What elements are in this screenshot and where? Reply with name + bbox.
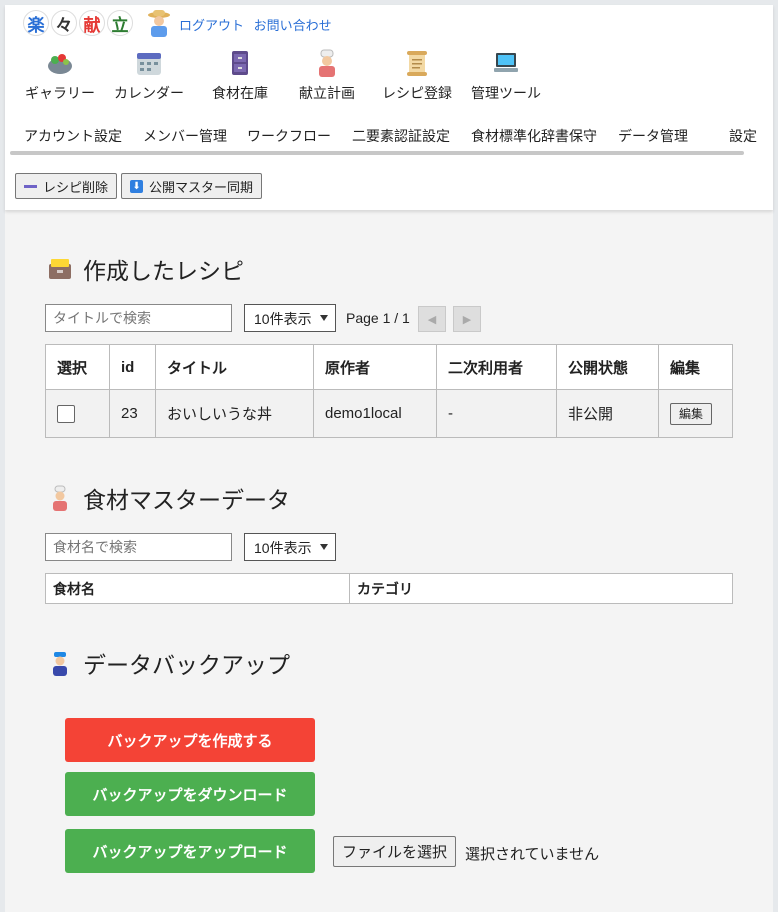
edit-cell: 編集 bbox=[658, 389, 733, 438]
edit-button[interactable]: 編集 bbox=[670, 403, 713, 425]
laptop-icon bbox=[494, 53, 518, 72]
sync-master-button[interactable]: ⬇ 公開マスター同期 bbox=[121, 173, 263, 199]
nav-label: 食材在庫 bbox=[212, 85, 268, 101]
nav-meal-plan[interactable]: 献立計画 bbox=[296, 49, 358, 103]
contact-link[interactable]: お問い合わせ bbox=[254, 18, 332, 33]
ingredient-page-size-select[interactable]: 10件表示 bbox=[244, 533, 336, 561]
page-frame: 楽 々 献 立 ログアウト お問い合わせ ギャラリー カレンダー 食材在庫 献立… bbox=[5, 5, 773, 912]
status-cell: 非公開 bbox=[556, 389, 659, 438]
col-author: 原作者 bbox=[313, 344, 437, 390]
prev-page-button[interactable]: ◀ bbox=[418, 306, 446, 332]
action-bar: レシピ削除 ⬇ 公開マスター同期 bbox=[15, 173, 263, 199]
ingredients-section-title: 食材マスターデータ bbox=[47, 481, 290, 515]
secondary-cell: - bbox=[436, 389, 557, 438]
backup-section-title: データバックアップ bbox=[47, 646, 290, 680]
ingredients-table: 食材名 カテゴリ bbox=[45, 573, 733, 604]
logo-char: 献 bbox=[79, 10, 105, 36]
recipes-section-title: 作成したレシピ bbox=[47, 252, 244, 286]
col-ingredient-name: 食材名 bbox=[45, 573, 350, 604]
nav-gallery[interactable]: ギャラリー bbox=[23, 49, 97, 103]
calendar-icon bbox=[137, 53, 161, 75]
tab-ingredient-dictionary[interactable]: 食材標準化辞書保守 bbox=[471, 126, 597, 146]
author-cell: demo1local bbox=[313, 389, 437, 438]
table-header-row: 食材名 カテゴリ bbox=[45, 573, 733, 604]
nav-label: 献立計画 bbox=[299, 85, 355, 101]
tab-two-factor[interactable]: 二要素認証設定 bbox=[352, 126, 450, 146]
tab-settings[interactable]: 設定 bbox=[729, 126, 757, 146]
logo-char: 立 bbox=[107, 10, 133, 36]
minus-icon bbox=[24, 184, 37, 188]
delete-recipe-button[interactable]: レシピ削除 bbox=[15, 173, 118, 199]
nav-calendar[interactable]: カレンダー bbox=[111, 49, 187, 103]
cook-icon bbox=[53, 485, 67, 511]
ingredient-search-input[interactable] bbox=[45, 533, 232, 561]
top-links: ログアウト お問い合わせ bbox=[179, 15, 338, 34]
download-arrow-icon: ⬇ bbox=[130, 179, 144, 193]
nav-admin-tools[interactable]: 管理ツール bbox=[469, 49, 543, 103]
recipe-page-size-select[interactable]: 10件表示 bbox=[244, 304, 336, 332]
tab-account-settings[interactable]: アカウント設定 bbox=[24, 126, 122, 146]
header: 楽 々 献 立 ログアウト お問い合わせ ギャラリー カレンダー 食材在庫 献立… bbox=[5, 5, 773, 210]
row-checkbox[interactable] bbox=[57, 404, 75, 423]
recipe-search-input[interactable] bbox=[45, 304, 232, 332]
col-category: カテゴリ bbox=[349, 573, 733, 604]
col-select: 選択 bbox=[45, 344, 110, 390]
table-row: 23 おいしいうな丼 demo1local - 非公開 編集 bbox=[45, 389, 733, 438]
title-cell: おいしいうな丼 bbox=[155, 389, 314, 438]
farmer-avatar-icon bbox=[148, 10, 170, 37]
id-cell: 23 bbox=[109, 389, 156, 438]
nav-inventory[interactable]: 食材在庫 bbox=[208, 49, 272, 103]
nav-label: レシピ登録 bbox=[382, 85, 452, 101]
tab-workflow[interactable]: ワークフロー bbox=[247, 126, 331, 146]
logout-link[interactable]: ログアウト bbox=[179, 18, 244, 33]
cabinet-icon bbox=[232, 51, 248, 75]
nav-recipe-register[interactable]: レシピ登録 bbox=[379, 49, 455, 103]
button-label: レシピ削除 bbox=[43, 179, 109, 195]
section-title-text: 食材マスターデータ bbox=[83, 487, 290, 513]
col-status: 公開状態 bbox=[556, 344, 659, 390]
upload-backup-button[interactable]: バックアップをアップロード bbox=[65, 829, 315, 873]
section-title-text: 作成したレシピ bbox=[83, 258, 244, 284]
app-logo[interactable]: 楽 々 献 立 bbox=[23, 10, 133, 36]
section-title-text: データバックアップ bbox=[83, 652, 290, 678]
logo-char: 々 bbox=[51, 10, 77, 36]
button-label: 公開マスター同期 bbox=[149, 179, 254, 195]
table-header-row: 選択 id タイトル 原作者 二次利用者 公開状態 編集 bbox=[45, 344, 733, 390]
select-cell bbox=[45, 389, 110, 438]
tabs-scrollbar[interactable] bbox=[10, 151, 744, 155]
mechanic-icon bbox=[53, 652, 67, 676]
file-status-text: 選択されていません bbox=[465, 846, 600, 863]
cook-icon bbox=[319, 49, 335, 77]
tab-data-management[interactable]: データ管理 bbox=[618, 126, 688, 146]
next-page-button[interactable]: ▶ bbox=[453, 306, 481, 332]
card-file-box-icon bbox=[49, 259, 71, 279]
logo-char: 楽 bbox=[23, 10, 49, 36]
recipes-table: 選択 id タイトル 原作者 二次利用者 公開状態 編集 23 おいしいうな丼 … bbox=[45, 344, 733, 438]
tab-member-management[interactable]: メンバー管理 bbox=[143, 126, 227, 146]
nav-label: カレンダー bbox=[114, 85, 184, 101]
col-title: タイトル bbox=[155, 344, 314, 390]
salad-bowl-icon bbox=[48, 54, 72, 74]
col-edit: 編集 bbox=[658, 344, 733, 390]
col-secondary-user: 二次利用者 bbox=[436, 344, 557, 390]
download-backup-button[interactable]: バックアップをダウンロード bbox=[65, 772, 315, 816]
col-id: id bbox=[109, 344, 156, 390]
choose-file-button[interactable]: ファイルを選択 bbox=[333, 836, 457, 867]
page-info: Page 1 / 1 bbox=[346, 310, 410, 326]
nav-label: 管理ツール bbox=[471, 85, 541, 101]
nav-label: ギャラリー bbox=[25, 85, 95, 101]
scroll-icon bbox=[407, 51, 427, 76]
create-backup-button[interactable]: バックアップを作成する bbox=[65, 718, 315, 762]
